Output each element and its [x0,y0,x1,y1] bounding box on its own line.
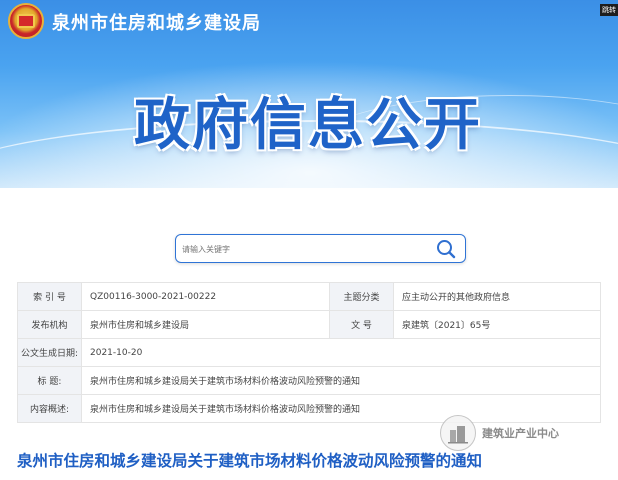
table-row: 公文生成日期: 2021-10-20 [17,338,601,367]
date-label: 公文生成日期: [17,338,82,367]
table-row: 索 引 号 QZ00116-3000-2021-00222 主题分类 应主动公开… [17,282,601,311]
table-row: 发布机构 泉州市住房和城乡建设局 文 号 泉建筑〔2021〕65号 [17,310,601,339]
banner-title: 政府信息公开 [134,93,482,158]
table-row: 标 题: 泉州市住房和城乡建设局关于建筑市场材料价格波动风险预警的通知 [17,366,601,395]
corner-button[interactable]: 跳转 [600,4,618,16]
title-label: 标 题: [17,366,82,395]
category-value: 应主动公开的其他政府信息 [393,282,601,311]
category-label: 主题分类 [329,282,394,311]
watermark-text: 建筑业产业中心 [482,427,559,440]
issuer-label: 发布机构 [17,310,82,339]
search-box [175,234,466,263]
docno-label: 文 号 [329,310,394,339]
docno-value: 泉建筑〔2021〕65号 [393,310,601,339]
search-input[interactable] [182,239,422,259]
summary-label: 内容概述: [17,394,82,423]
index-value: QZ00116-3000-2021-00222 [81,282,330,311]
index-label: 索 引 号 [17,282,82,311]
search-button[interactable] [435,238,457,260]
search-icon [437,240,456,259]
notice-title: 泉州市住房和城乡建设局关于建筑市场材料价格波动风险预警的通知 [17,452,483,470]
building-icon [448,426,468,444]
title-value: 泉州市住房和城乡建设局关于建筑市场材料价格波动风险预警的通知 [81,366,601,395]
site-name[interactable]: 泉州市住房和城乡建设局 [52,9,261,35]
watermark: 建筑业产业中心 [440,415,559,451]
date-value: 2021-10-20 [81,338,601,367]
emblem-center [17,14,35,28]
issuer-value: 泉州市住房和城乡建设局 [81,310,330,339]
watermark-logo-icon [440,415,476,451]
national-emblem-icon [8,3,44,39]
header-banner: 泉州市住房和城乡建设局 跳转 政府信息公开 [0,0,618,188]
document-info-table: 索 引 号 QZ00116-3000-2021-00222 主题分类 应主动公开… [17,282,601,423]
